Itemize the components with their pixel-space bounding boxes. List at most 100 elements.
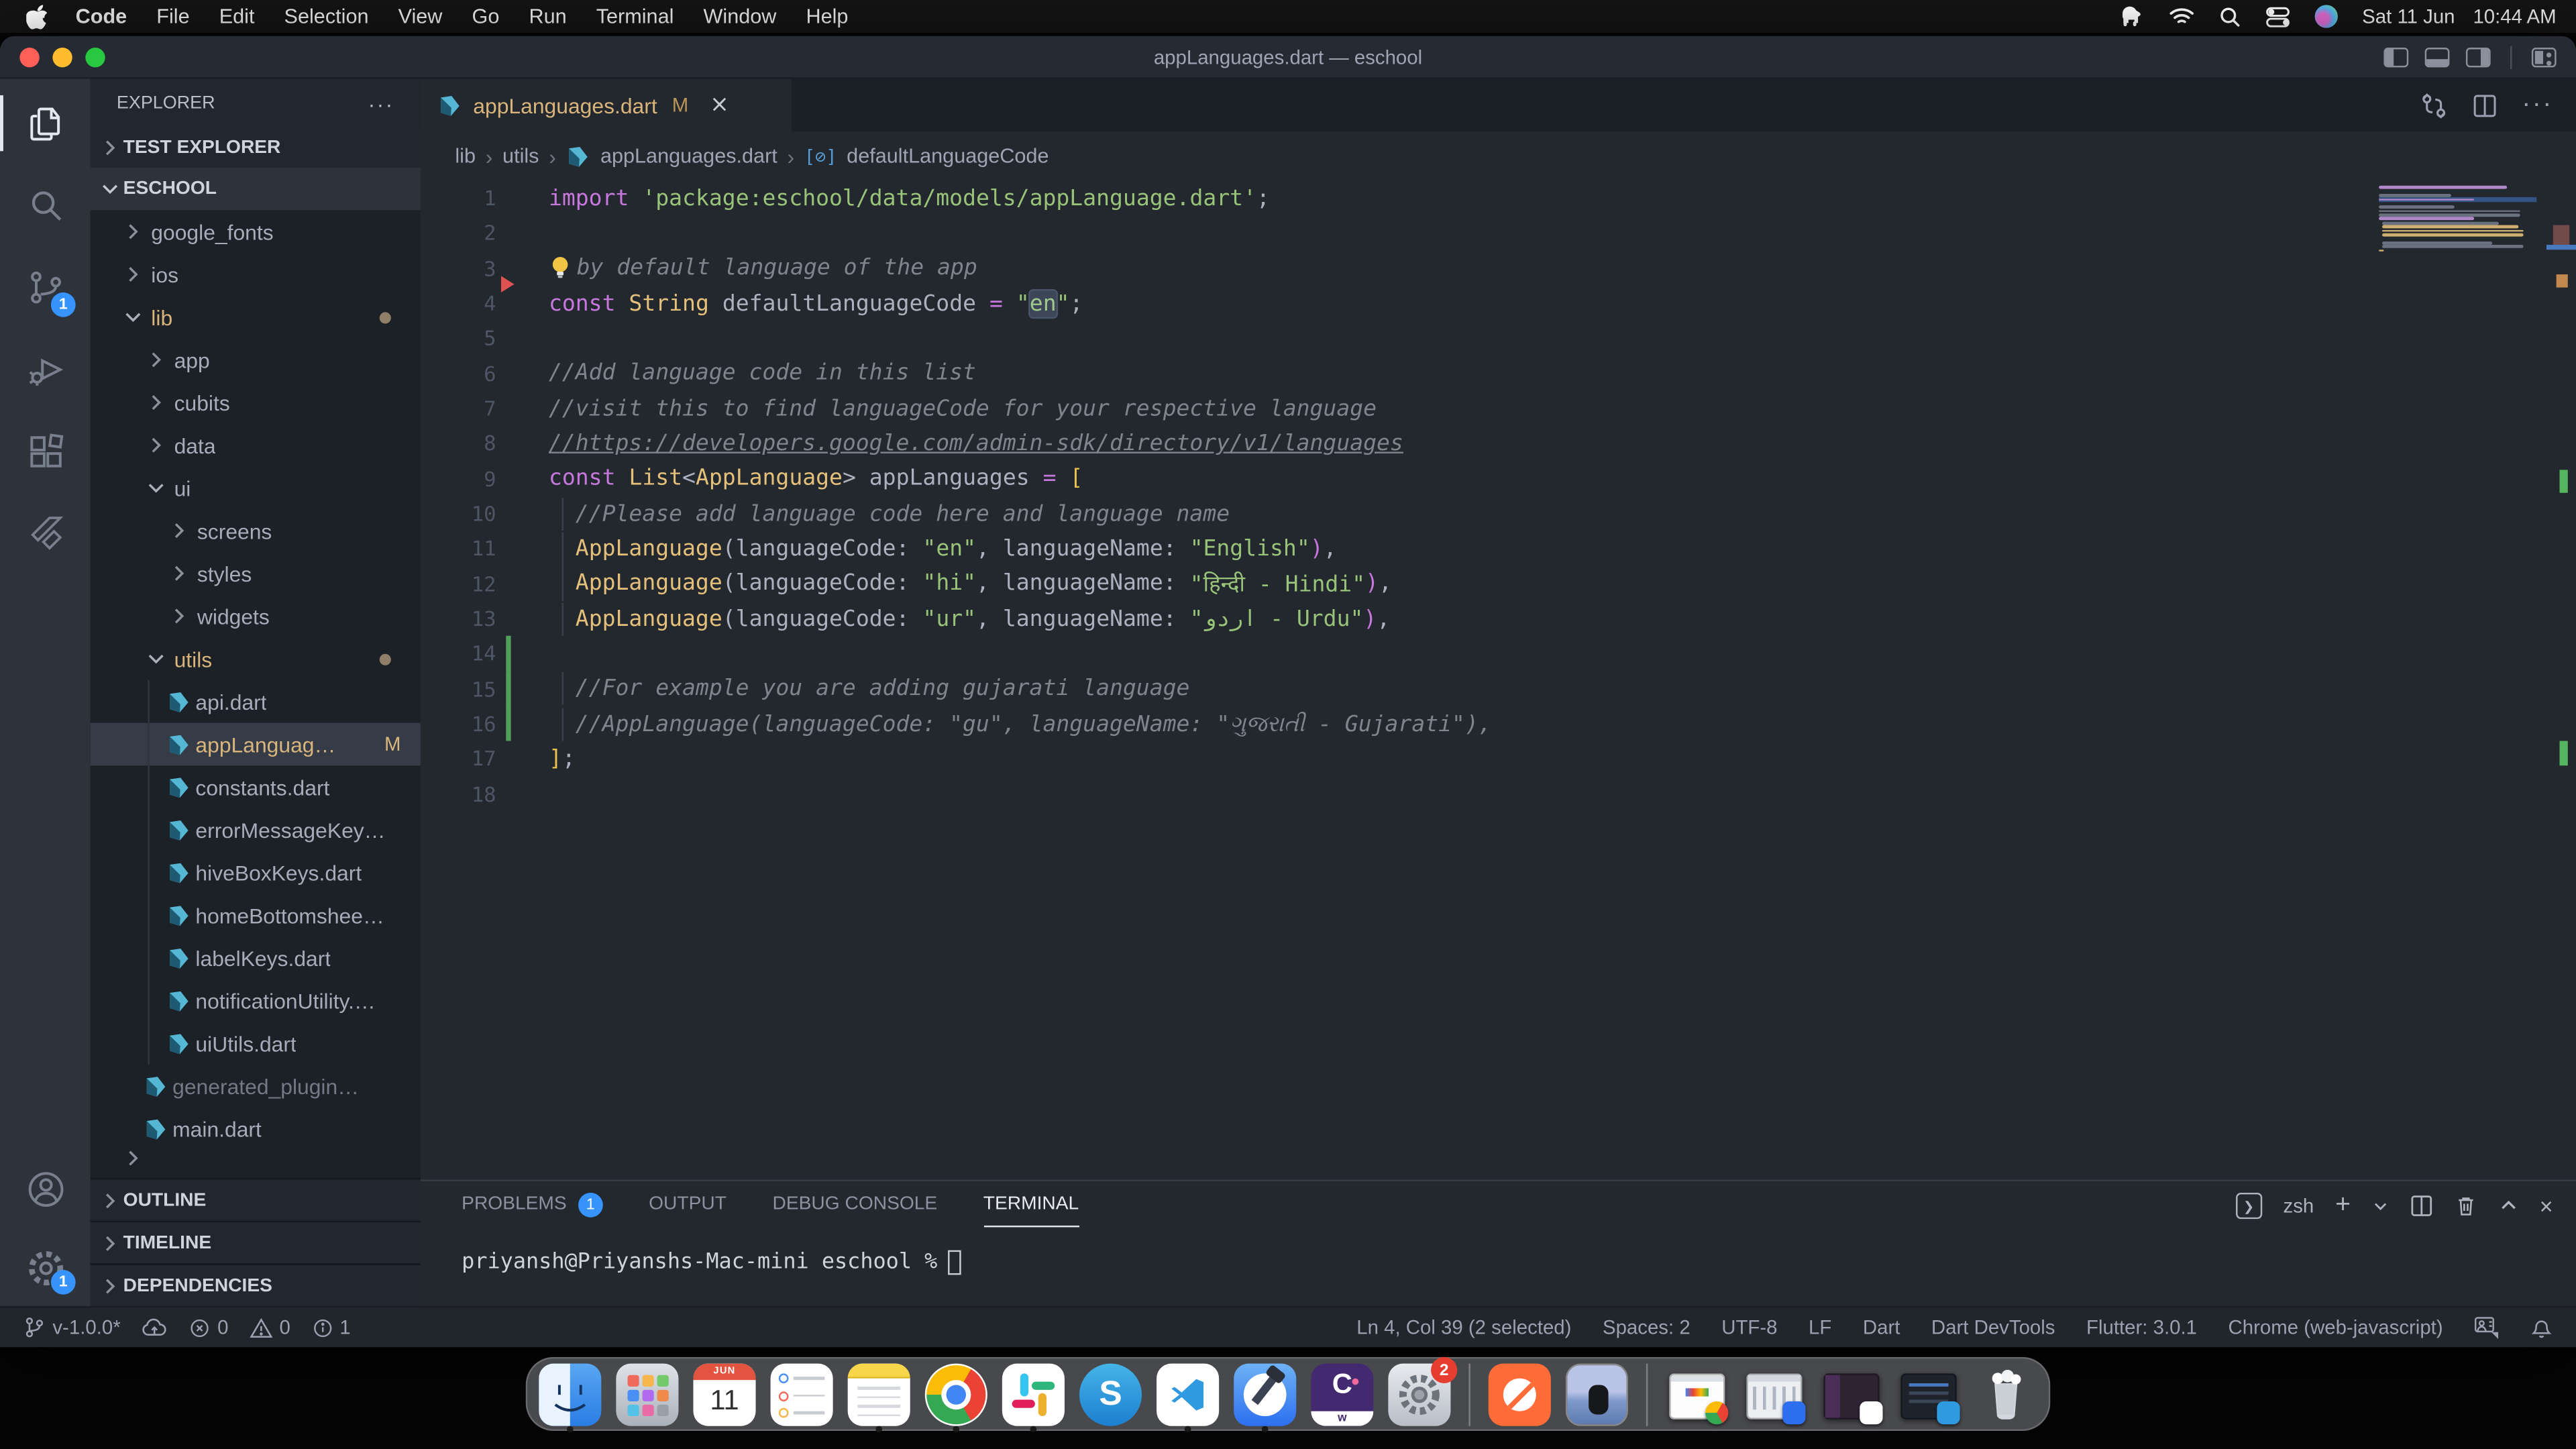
- dock-photo-window[interactable]: [1566, 1364, 1628, 1431]
- menu-item-edit[interactable]: Edit: [219, 5, 255, 28]
- status-infos[interactable]: 1: [312, 1316, 351, 1339]
- menu-item-selection[interactable]: Selection: [284, 5, 369, 28]
- feedback-icon[interactable]: [2474, 1316, 2499, 1339]
- section-timeline[interactable]: TIMELINE: [91, 1221, 421, 1264]
- code-line-12[interactable]: 12 AppLanguage(languageCode: "hi", langu…: [421, 566, 2540, 601]
- status-item-lf[interactable]: LF: [1809, 1316, 1831, 1339]
- tree-item-screens[interactable]: screens: [91, 509, 421, 552]
- menu-item-run[interactable]: Run: [529, 5, 566, 28]
- terminal-prompt[interactable]: priyansh@Priyanshs-Mac-mini eschool %: [462, 1250, 960, 1275]
- search-sidebar-icon[interactable]: [0, 164, 91, 246]
- tree-item-utils[interactable]: utils: [91, 637, 421, 680]
- tree-item-notificationutility[interactable]: notificationUtility.…: [91, 979, 421, 1022]
- tree-item-homebottomshee[interactable]: homeBottomshee…: [91, 894, 421, 936]
- tree-item-api-dart[interactable]: api.dart: [91, 680, 421, 723]
- elephant-icon[interactable]: [2116, 5, 2144, 28]
- dock-chrome[interactable]: [925, 1364, 987, 1431]
- status-item-flutter-3-0-1[interactable]: Flutter: 3.0.1: [2086, 1316, 2197, 1339]
- code-line-3[interactable]: 3by default language of the app: [421, 251, 2540, 286]
- toggle-secondary-sidebar-icon[interactable]: [2466, 47, 2491, 66]
- window-title-bar[interactable]: appLanguages.dart — eschool: [0, 36, 2576, 79]
- panel-tab-output[interactable]: OUTPUT: [649, 1181, 727, 1228]
- panel-tab-problems[interactable]: PROBLEMS1: [462, 1181, 602, 1228]
- tree-item-ios[interactable]: ios: [91, 253, 421, 296]
- status-warnings[interactable]: 0: [250, 1316, 290, 1339]
- settings-gear-icon[interactable]: 1: [0, 1230, 91, 1306]
- section-dependencies[interactable]: DEPENDENCIES: [91, 1263, 421, 1306]
- tree-item-uiutils-dart[interactable]: uiUtils.dart: [91, 1022, 421, 1065]
- panel-tab-debug-console[interactable]: DEBUG CONSOLE: [773, 1181, 938, 1228]
- dock-launchpad[interactable]: [616, 1364, 678, 1431]
- status-item-ln-4-col-39-2-selected[interactable]: Ln 4, Col 39 (2 selected): [1356, 1316, 1571, 1339]
- shell-label[interactable]: zsh: [2284, 1194, 2314, 1217]
- dock-postman[interactable]: [1489, 1364, 1551, 1431]
- status-item-utf-8[interactable]: UTF-8: [1721, 1316, 1777, 1339]
- split-terminal-icon[interactable]: [2410, 1194, 2432, 1217]
- flutter-icon[interactable]: [0, 493, 91, 575]
- dock-notes[interactable]: [848, 1364, 910, 1431]
- tree-item-cubits[interactable]: cubits: [91, 381, 421, 424]
- status-item-dart-devtools[interactable]: Dart DevTools: [1931, 1316, 2055, 1339]
- tree-item-lib[interactable]: lib: [91, 296, 421, 339]
- dock-trash[interactable]: [1975, 1364, 2037, 1431]
- breadcrumb-applanguages-dart[interactable]: appLanguages.dart: [600, 145, 777, 168]
- tree-item-errormessagekey[interactable]: errorMessageKey…: [91, 808, 421, 851]
- code-line-14[interactable]: 14: [421, 636, 2540, 671]
- terminal-icon[interactable]: ❯: [2236, 1193, 2262, 1219]
- dock-skype[interactable]: S: [1079, 1364, 1142, 1431]
- status-branch[interactable]: v-1.0.0*: [23, 1316, 120, 1339]
- close-button[interactable]: [19, 47, 39, 66]
- status-item-dart[interactable]: Dart: [1863, 1316, 1900, 1339]
- run-debug-icon[interactable]: [0, 329, 91, 411]
- toggle-sidebar-icon[interactable]: [2383, 47, 2408, 66]
- menu-app-name[interactable]: Code: [76, 5, 127, 28]
- bell-icon[interactable]: [2530, 1316, 2553, 1339]
- code-line-11[interactable]: 11 AppLanguage(languageCode: "en", langu…: [421, 531, 2540, 566]
- menu-time[interactable]: 10:44 AM: [2473, 5, 2556, 28]
- status-item-chrome-web-javascript[interactable]: Chrome (web-javascript): [2229, 1316, 2443, 1339]
- dock-slack[interactable]: [1002, 1364, 1065, 1431]
- breadcrumb-defaultlanguagecode[interactable]: defaultLanguageCode: [847, 145, 1049, 168]
- kill-terminal-icon[interactable]: [2454, 1194, 2477, 1217]
- code-line-4[interactable]: 4const String defaultLanguageCode = "en"…: [421, 286, 2540, 321]
- code-line-6[interactable]: 6//Add language code in this list: [421, 356, 2540, 391]
- tree-item-styles[interactable]: styles: [91, 552, 421, 595]
- wifi-icon[interactable]: [2168, 7, 2194, 26]
- open-changes-icon[interactable]: [2420, 91, 2448, 119]
- menu-item-file[interactable]: File: [156, 5, 189, 28]
- more-actions-icon[interactable]: ···: [2522, 91, 2553, 120]
- lightbulb-icon[interactable]: [549, 255, 572, 281]
- code-line-18[interactable]: 18: [421, 776, 2540, 811]
- section-test-explorer[interactable]: TEST EXPLORER: [91, 128, 421, 168]
- dock-reminders[interactable]: [771, 1364, 833, 1431]
- code-line-10[interactable]: 10 //Please add language code here and l…: [421, 496, 2540, 531]
- code-line-17[interactable]: 17];: [421, 741, 2540, 776]
- panel-tab-terminal[interactable]: TERMINAL: [983, 1181, 1079, 1228]
- source-control-icon[interactable]: 1: [0, 246, 91, 328]
- search-icon[interactable]: [2219, 6, 2241, 28]
- dock-vscode-window[interactable]: [1898, 1364, 1960, 1431]
- menu-item-terminal[interactable]: Terminal: [596, 5, 674, 28]
- control-center-icon[interactable]: [2265, 6, 2290, 28]
- tree-item-app[interactable]: app: [91, 338, 421, 381]
- terminal-dropdown-icon[interactable]: [2372, 1197, 2388, 1214]
- status-item-spaces-2[interactable]: Spaces: 2: [1603, 1316, 1690, 1339]
- menu-item-help[interactable]: Help: [806, 5, 848, 28]
- tree-item-constants-dart[interactable]: constants.dart: [91, 765, 421, 808]
- dock-settings[interactable]: 2: [1388, 1364, 1450, 1431]
- code-line-16[interactable]: 16 //AppLanguage(languageCode: "gu", lan…: [421, 706, 2540, 741]
- section-outline[interactable]: OUTLINE: [91, 1178, 421, 1221]
- tree-item-ui[interactable]: ui: [91, 467, 421, 510]
- dock-calendar[interactable]: JUN11: [693, 1364, 755, 1431]
- tree-item-labelkeys-dart[interactable]: labelKeys.dart: [91, 936, 421, 979]
- dock-finder[interactable]: [539, 1364, 601, 1431]
- breadcrumb-utils[interactable]: utils: [502, 145, 539, 168]
- breadcrumb-lib[interactable]: lib: [455, 145, 476, 168]
- account-icon[interactable]: [0, 1148, 91, 1230]
- dock-slack-window[interactable]: [1820, 1364, 1882, 1431]
- maximize-panel-icon[interactable]: [2498, 1196, 2518, 1216]
- dock-vscode[interactable]: [1157, 1364, 1219, 1431]
- code-line-9[interactable]: 9const List<AppLanguage> appLanguages = …: [421, 461, 2540, 496]
- code-line-5[interactable]: 5: [421, 321, 2540, 356]
- code-line-7[interactable]: 7//visit this to find languageCode for y…: [421, 391, 2540, 426]
